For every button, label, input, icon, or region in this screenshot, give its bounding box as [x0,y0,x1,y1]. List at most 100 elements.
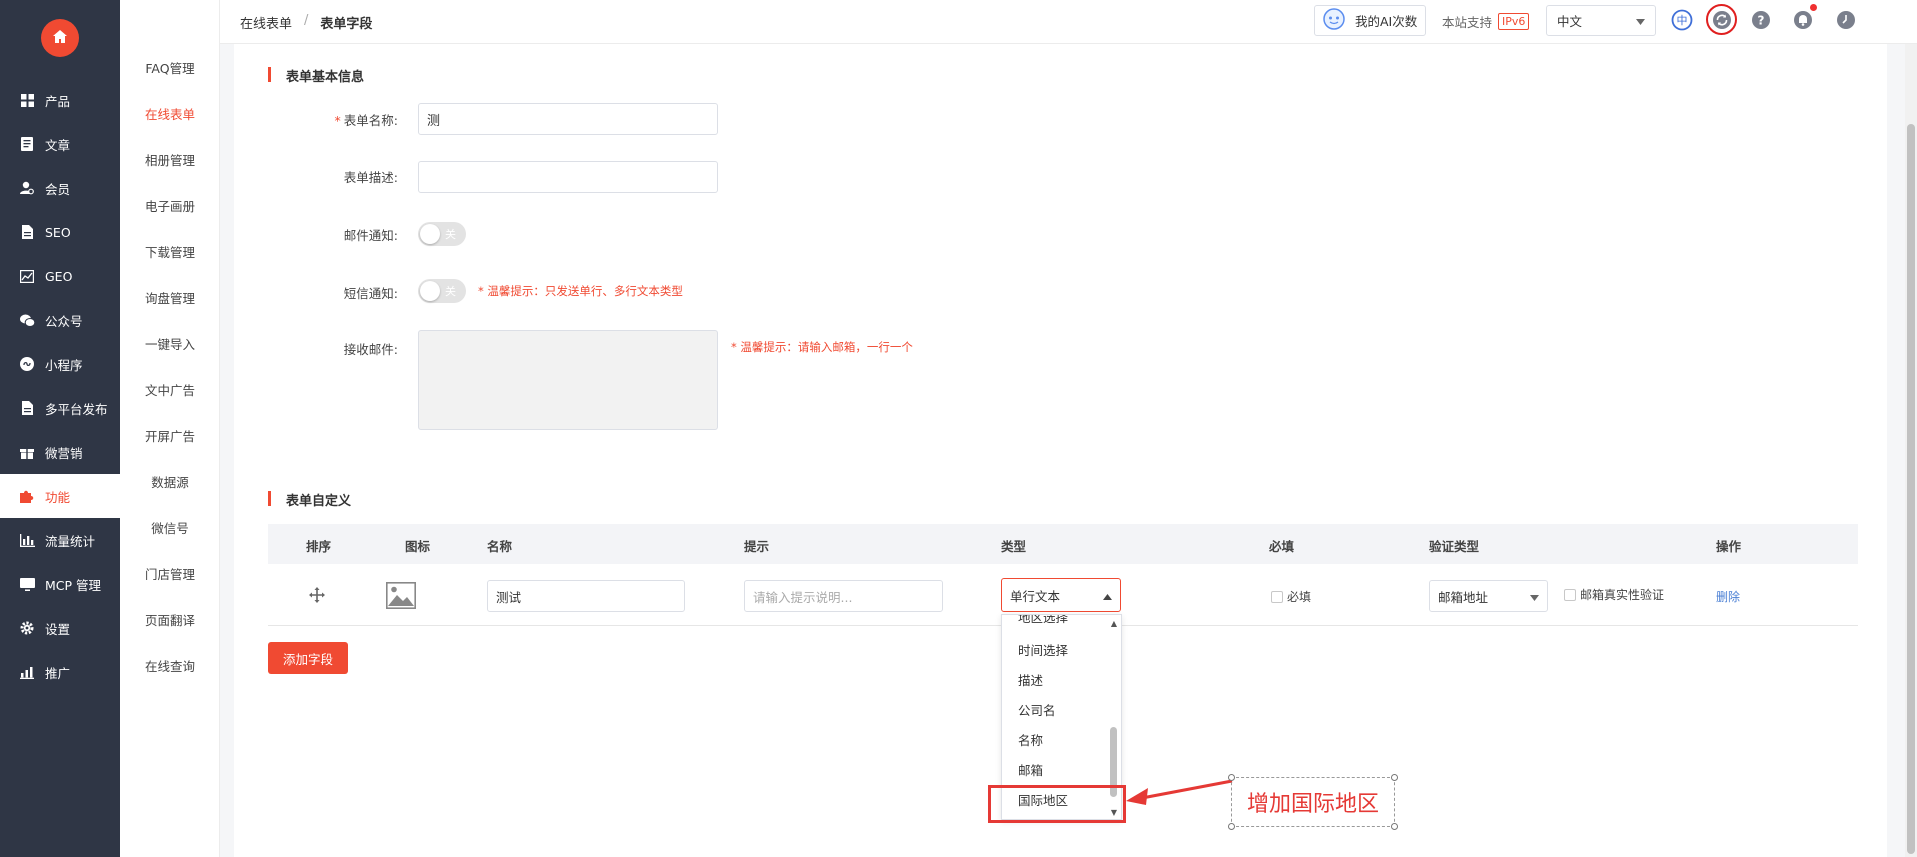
section-title-basic: 表单基本信息 [268,66,364,85]
gift-icon [19,444,35,460]
submenu-item-splash-ad[interactable]: 开屏广告 [120,412,220,458]
sidebar-item-label: MCP 管理 [45,577,102,593]
annotation-handle [1391,823,1398,830]
ai-quota-button[interactable]: 我的AI次数 [1314,5,1426,36]
submenu-item-store[interactable]: 门店管理 [120,550,220,596]
form-name-input[interactable]: 测 [418,103,718,135]
submenu-item-online-form[interactable]: 在线表单 [120,90,220,136]
email-real-verify-checkbox[interactable]: 邮箱真实性验证 [1564,586,1664,603]
add-field-button[interactable]: 添加字段 [268,642,348,674]
delete-link[interactable]: 删除 [1716,588,1740,605]
sidebar-item-traffic[interactable]: 流量统计 [0,518,120,562]
annotation-handle [1228,823,1235,830]
checkbox-box[interactable] [1271,590,1283,603]
submenu-item-import[interactable]: 一键导入 [120,320,220,366]
scroll-up-arrow-icon[interactable]: ▲ [1111,619,1117,628]
sidebar-item-article[interactable]: 文章 [0,122,120,166]
type-option[interactable]: 时间选择 [1018,640,1068,659]
sidebar-item-label: 功能 [45,489,71,505]
move-icon[interactable] [309,587,325,606]
sidebar-item-label: 多平台发布 [45,401,108,417]
sidebar-item-mcp[interactable]: MCP 管理 [0,562,120,606]
language-select[interactable]: 中文 [1546,5,1656,36]
breadcrumb-link-online-form[interactable]: 在线表单 [240,13,292,32]
form-name-label: * 表单名称: [268,110,398,129]
sidebar-item-promotion[interactable]: 推广 [0,650,120,694]
required-checkbox[interactable]: 必填 [1271,588,1311,605]
sms-notify-toggle[interactable]: 关 [418,279,466,303]
checkbox-box[interactable] [1564,588,1576,601]
field-name-input[interactable]: 测试 [487,580,685,612]
home-icon [51,28,69,49]
type-option[interactable]: 名称 [1018,730,1043,749]
breadcrumb-current: 表单字段 [320,17,373,32]
recv-email-hint: * 温馨提示：请输入邮箱，一行一个 [731,340,913,354]
help-icon[interactable]: ? [1749,8,1773,32]
submenu-item-online-query[interactable]: 在线查询 [120,642,220,688]
document-icon [19,136,35,152]
sidebar-item-micro-marketing[interactable]: 微营销 [0,430,120,474]
submenu-item-translate[interactable]: 页面翻译 [120,596,220,642]
email-real-verify-label: 邮箱真实性验证 [1580,588,1665,602]
sidebar-item-miniprogram[interactable]: 小程序 [0,342,120,386]
top-header: 在线表单 / 表单字段 我的AI次数 本站支持 IPv6 中文 中 ? [220,0,1917,44]
field-type-select[interactable]: 单行文本 [1001,578,1121,612]
ipv6-text: 本站支持 [1442,15,1493,30]
form-desc-input[interactable] [418,161,718,193]
puzzle-icon [19,488,35,504]
toggle-knob [420,281,440,301]
notification-dot [1810,4,1817,11]
annotation-label: 增加国际地区 [1231,777,1395,827]
sidebar-item-seo[interactable]: SEO [0,210,120,254]
type-option[interactable]: 邮箱 [1018,760,1043,779]
submenu-item-faq[interactable]: FAQ管理 [120,44,220,90]
monitor-icon [19,576,35,592]
recv-email-textarea[interactable] [418,330,718,430]
sidebar-item-product[interactable]: 产品 [0,78,120,122]
home-button[interactable] [41,19,79,57]
submenu-item-download[interactable]: 下载管理 [120,228,220,274]
user-icon [19,180,35,196]
grid-icon [19,92,35,108]
page-scroll-thumb[interactable] [1907,124,1915,854]
col-action: 操作 [1716,539,1742,554]
field-hint-input[interactable]: 请输入提示说明... [744,580,943,612]
clock-icon[interactable] [1834,8,1858,32]
language-value: 中文 [1557,14,1583,29]
submenu-item-ebook[interactable]: 电子画册 [120,182,220,228]
language-icon[interactable]: 中 [1670,8,1694,32]
submenu-item-datasource[interactable]: 数据源 [120,458,220,504]
sidebar-item-function[interactable]: 功能 [0,474,120,518]
sidebar-item-multi-publish[interactable]: 多平台发布 [0,386,120,430]
submenu-item-inline-ad[interactable]: 文中广告 [120,366,220,412]
robot-icon [1323,8,1345,33]
bell-icon[interactable] [1791,4,1817,32]
breadcrumb-separator: / [304,13,309,28]
type-option[interactable]: 描述 [1018,670,1043,689]
sidebar-item-settings[interactable]: 设置 [0,606,120,650]
file-icon [19,400,35,416]
submenu-item-inquiry[interactable]: 询盘管理 [120,274,220,320]
submenu-item-wechat-id[interactable]: 微信号 [120,504,220,550]
sidebar-item-label: 文章 [45,137,71,153]
sidebar-item-label: 推广 [45,665,71,681]
type-option[interactable]: 公司名 [1018,700,1056,719]
verify-type-select[interactable]: 邮箱地址 [1429,580,1548,612]
form-name-label-text: 表单名称: [343,113,398,128]
sidebar-item-wechat-official[interactable]: 公众号 [0,298,120,342]
type-option[interactable]: 地区选择 [1018,615,1068,626]
caret-up-icon [1103,588,1112,603]
annotation-highlight-box [988,785,1126,823]
sms-notify-label: 短信通知: [343,286,398,301]
refresh-icon[interactable] [1706,4,1737,35]
annotation-handle [1391,774,1398,781]
sidebar-item-geo[interactable]: GEO [0,254,120,298]
submenu-item-album[interactable]: 相册管理 [120,136,220,182]
fields-table-header: 排序 图标 名称 提示 类型 必填 验证类型 操作 [268,524,1858,564]
sidebar-item-member[interactable]: 会员 [0,166,120,210]
secondary-menu: FAQ管理 在线表单 相册管理 电子画册 下载管理 询盘管理 一键导入 文中广告… [120,0,220,857]
page-scrollbar[interactable] [1905,44,1917,857]
email-notify-toggle[interactable]: 关 [418,222,466,246]
image-icon[interactable] [386,582,416,612]
col-required: 必填 [1269,539,1295,554]
